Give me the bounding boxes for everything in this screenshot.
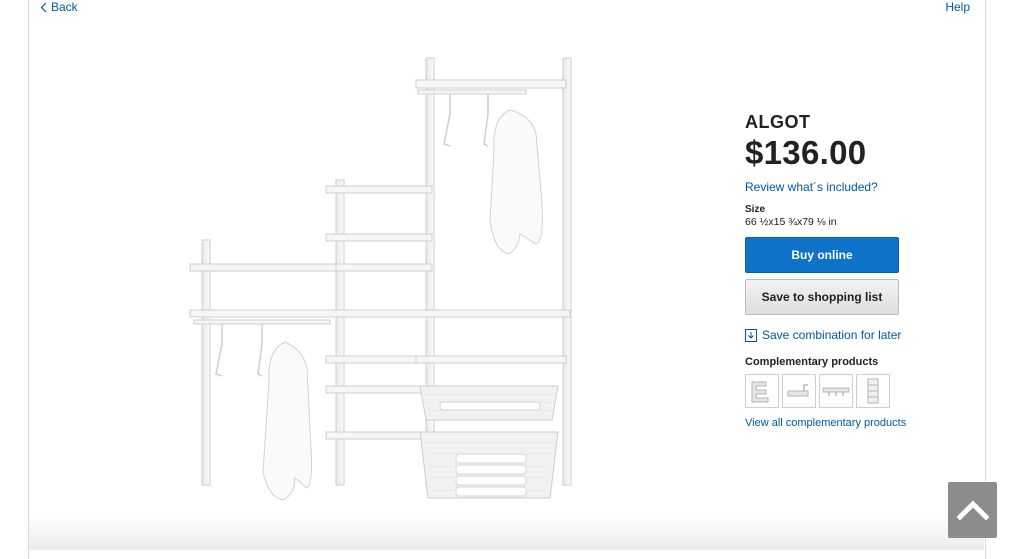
size-label: Size	[745, 204, 766, 215]
bottom-shadow	[29, 516, 984, 550]
size-value: 66 ½x15 ¾x79 ⅛ in	[745, 216, 837, 228]
save-combination-link[interactable]: Save combination for later	[745, 328, 975, 342]
product-info: ALGOT $136.00 Review what´s included? Si…	[745, 112, 975, 429]
complementary-thumbnails	[745, 374, 975, 408]
product-image	[180, 50, 580, 510]
review-included-link[interactable]: Review what´s included?	[745, 180, 975, 194]
save-combination-label: Save combination for later	[762, 328, 902, 342]
bracket-thumbnail[interactable]	[745, 374, 779, 408]
complementary-title: Complementary products	[745, 356, 879, 368]
download-icon	[745, 328, 757, 342]
hook-rail-thumbnail[interactable]	[819, 374, 853, 408]
save-to-shopping-list-button[interactable]: Save to shopping list	[745, 279, 899, 315]
help-link[interactable]: Help	[945, 0, 970, 14]
view-all-complementary-link[interactable]: View all complementary products	[745, 417, 975, 429]
back-label: Back	[51, 0, 78, 14]
scroll-to-top-button[interactable]	[948, 482, 997, 538]
product-name: ALGOT	[745, 112, 811, 132]
chevron-up-icon	[956, 500, 989, 520]
product-price: $136.00	[745, 134, 867, 171]
buy-online-button[interactable]: Buy online	[745, 237, 899, 273]
frame-thumbnail[interactable]	[856, 374, 890, 408]
chevron-left-icon	[40, 2, 47, 12]
back-link[interactable]: Back	[40, 0, 78, 14]
hook-thumbnail[interactable]	[782, 374, 816, 408]
